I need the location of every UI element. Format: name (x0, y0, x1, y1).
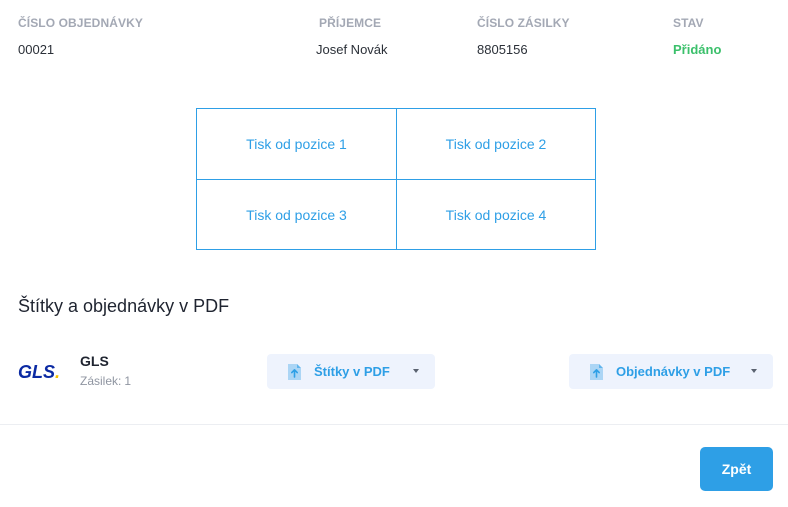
parcel-number-label: ČÍSLO ZÁSILKY (477, 16, 570, 30)
carrier-shipment-count: Zásilek: 1 (80, 374, 131, 388)
recipient-value: Josef Novák (316, 42, 388, 57)
labels-pdf-button[interactable]: Štítky v PDF (267, 354, 435, 389)
print-position-grid: Tisk od pozice 1 Tisk od pozice 2 Tisk o… (196, 108, 596, 250)
recipient-label: PŘÍJEMCE (319, 16, 382, 30)
print-position-2-button[interactable]: Tisk od pozice 2 (396, 109, 595, 179)
status-badge: Přidáno (673, 42, 722, 57)
caret-down-icon[interactable] (751, 369, 757, 373)
labels-pdf-label: Štítky v PDF (314, 364, 390, 379)
status-label: STAV (673, 16, 704, 30)
file-upload-icon (288, 363, 301, 380)
order-number-value: 00021 (18, 42, 55, 57)
print-position-1-button[interactable]: Tisk od pozice 1 (197, 109, 396, 179)
gls-logo-text: GLS. (18, 362, 60, 382)
section-title: Štítky a objednávky v PDF (18, 296, 230, 316)
print-position-3-button[interactable]: Tisk od pozice 3 (197, 179, 396, 249)
caret-down-icon[interactable] (413, 369, 419, 373)
order-number-label: ČÍSLO OBJEDNÁVKY (18, 16, 143, 30)
orders-pdf-label: Objednávky v PDF (616, 364, 731, 379)
gls-logo: GLS. (18, 362, 60, 382)
parcel-number-value: 8805156 (477, 42, 528, 57)
back-button[interactable]: Zpět (700, 447, 773, 491)
shipment-count-label: Zásilek: (80, 374, 122, 388)
footer-divider (0, 424, 788, 425)
carrier-name: GLS (80, 353, 109, 369)
shipment-count-value: 1 (124, 374, 132, 388)
file-upload-icon (590, 363, 603, 380)
print-position-4-button[interactable]: Tisk od pozice 4 (396, 179, 595, 249)
orders-pdf-button[interactable]: Objednávky v PDF (569, 354, 773, 389)
